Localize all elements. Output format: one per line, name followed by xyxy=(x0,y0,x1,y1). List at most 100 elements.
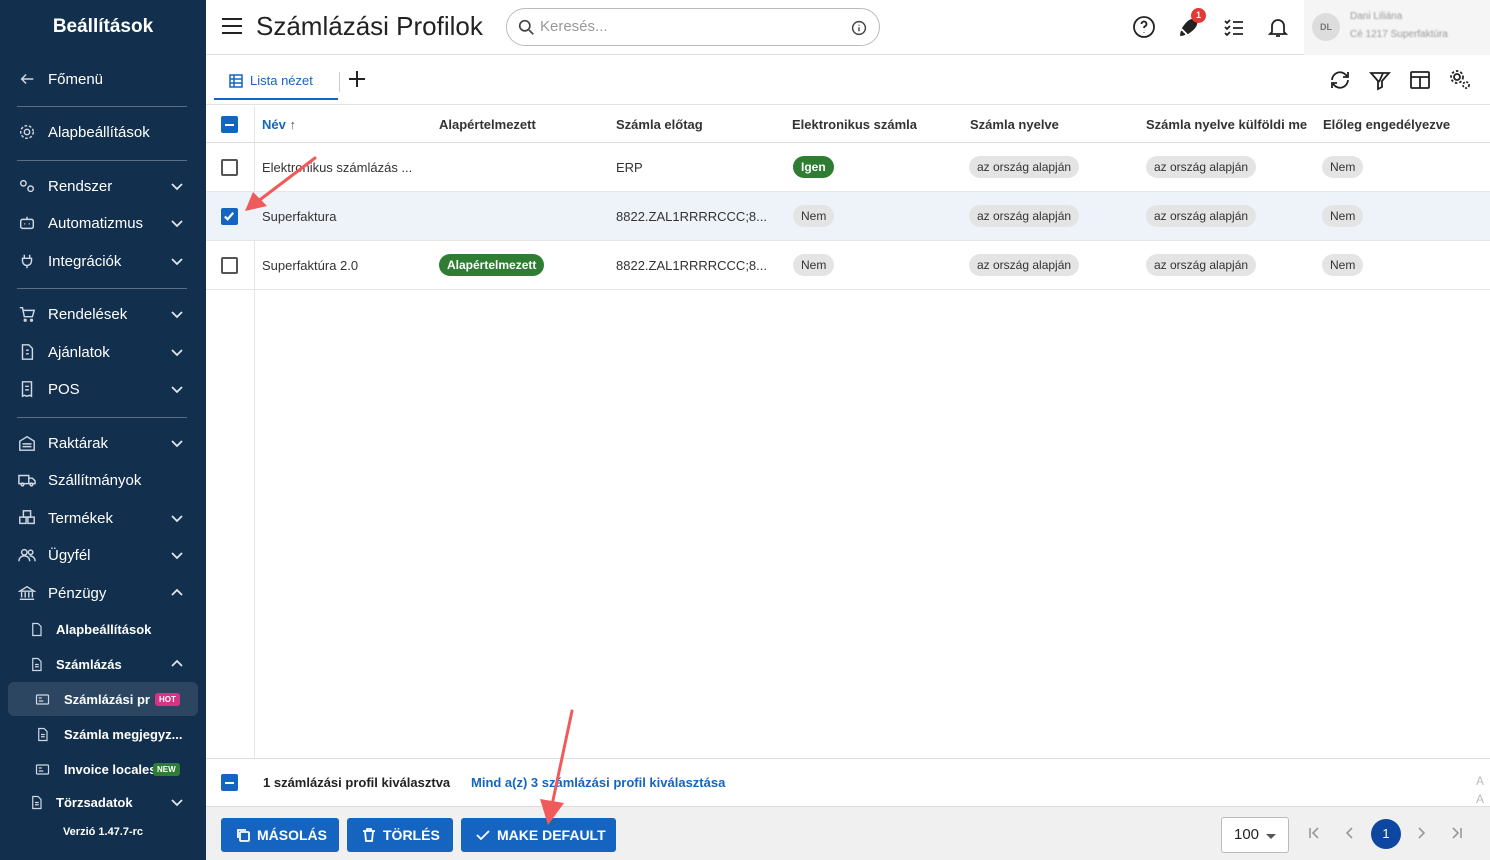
bell-icon[interactable] xyxy=(1265,14,1291,40)
sidebar-item-raktarak[interactable]: Raktárak xyxy=(0,426,206,460)
column-header-szamla-nyelve-kulfoldi[interactable]: Számla nyelve külföldi me xyxy=(1146,117,1313,132)
first-page-icon[interactable] xyxy=(1306,825,1322,841)
sidebar-item-szallitmanyok[interactable]: Szállítmányok xyxy=(0,463,206,497)
right-scrollbar[interactable]: A A xyxy=(1474,0,1490,860)
delete-button[interactable]: TÖRLÉS xyxy=(347,818,453,852)
search-input[interactable] xyxy=(540,18,840,35)
sidebar-item-integraciok[interactable]: Integrációk xyxy=(0,244,206,278)
user-name: Dani Liliána xyxy=(1350,11,1403,22)
chevron-down-icon xyxy=(170,254,184,268)
sidebar-item-pos[interactable]: POS xyxy=(0,372,206,406)
prev-page-icon[interactable] xyxy=(1342,825,1358,841)
next-page-icon[interactable] xyxy=(1413,825,1429,841)
sidebar-sub-torzsadatok[interactable]: Törzsadatok xyxy=(0,787,206,817)
sidebar-item-ugyfel[interactable]: Ügyfél xyxy=(0,538,206,572)
document-icon xyxy=(26,792,46,812)
lang-chip: az ország alapján xyxy=(969,254,1080,276)
sidebar-item-fomenu[interactable]: Főmenü xyxy=(0,62,206,96)
sidebar-item-rendelesek[interactable]: Rendelések xyxy=(0,297,206,331)
robot-icon xyxy=(17,213,37,233)
sidebar-item-label: POS xyxy=(48,380,80,398)
last-page-icon[interactable] xyxy=(1449,825,1465,841)
columns-icon[interactable] xyxy=(1407,67,1433,93)
sidebar-sub-szamlazas[interactable]: Számlázás xyxy=(0,649,206,679)
sidebar-item-label: Ügyfél xyxy=(48,546,91,564)
sidebar-sub-label: Számlázás xyxy=(56,656,122,672)
user-profile[interactable]: DL Dani Liliána Cé 1217 Superfaktúra xyxy=(1304,0,1490,55)
row-checkbox[interactable] xyxy=(221,257,238,274)
chevron-down-icon xyxy=(170,179,184,193)
info-icon[interactable] xyxy=(851,20,867,41)
sidebar-sub-szamla-megjegyzes[interactable]: Számla megjegyz... xyxy=(0,719,206,749)
search-box[interactable] xyxy=(506,8,880,46)
refresh-icon[interactable] xyxy=(1327,67,1353,93)
action-bar: MÁSOLÁS TÖRLÉS MAKE DEFAULT 100 1 xyxy=(206,806,1490,860)
sidebar-item-automatizmus[interactable]: Automatizmus xyxy=(0,206,206,240)
column-header-nev[interactable]: Név ↑ xyxy=(262,117,296,132)
plug-icon xyxy=(17,251,37,271)
cell-name: Superfaktura xyxy=(262,209,337,224)
sidebar-item-ajanlatok[interactable]: Ajánlatok xyxy=(0,335,206,369)
footer-select-checkbox[interactable] xyxy=(221,774,238,791)
copy-button[interactable]: MÁSOLÁS xyxy=(221,818,339,852)
hamburger-menu-icon[interactable] xyxy=(222,18,242,34)
table-icon xyxy=(229,74,243,88)
lang-foreign-chip: az ország alapján xyxy=(1146,205,1257,227)
make-default-button[interactable]: MAKE DEFAULT xyxy=(461,818,616,852)
lang-foreign-chip: az ország alapján xyxy=(1146,254,1257,276)
sidebar-item-alapbeallitasok[interactable]: Alapbeállítások xyxy=(0,115,206,149)
current-page-button[interactable]: 1 xyxy=(1371,819,1401,849)
sort-ascending-icon: ↑ xyxy=(289,117,296,132)
tab-lista-nezet[interactable]: Lista nézet xyxy=(214,63,338,100)
filter-icon[interactable] xyxy=(1367,67,1393,93)
page-title: Számlázási Profilok xyxy=(256,11,483,41)
sidebar-sub-szamlazasi-profilok[interactable]: Számlázási pr HOT xyxy=(0,684,206,714)
sidebar-item-label: Raktárak xyxy=(48,434,109,452)
check-icon xyxy=(476,830,490,841)
row-checkbox[interactable] xyxy=(221,208,238,225)
row-checkbox[interactable] xyxy=(221,159,238,176)
checklist-icon[interactable] xyxy=(1221,14,1247,40)
new-badge: NEW xyxy=(153,763,180,776)
select-all-link[interactable]: Mind a(z) 3 számlázási profil kiválasztá… xyxy=(471,775,725,790)
sidebar-item-label: Automatizmus xyxy=(48,214,144,232)
sidebar-sub-invoice-locales[interactable]: Invoice locales NEW xyxy=(0,754,206,784)
chevron-down-icon xyxy=(170,795,184,809)
view-toolbar: Lista nézet xyxy=(206,55,1490,105)
chevron-down-icon xyxy=(170,345,184,359)
select-all-checkbox[interactable] xyxy=(221,116,238,133)
id-card-icon xyxy=(32,689,52,709)
sidebar-item-termekek[interactable]: Termékek xyxy=(0,501,206,535)
tab-separator xyxy=(339,72,340,92)
sidebar-sub-label: Törzsadatok xyxy=(56,794,133,810)
receipt-icon xyxy=(17,379,37,399)
settings-gears-icon[interactable] xyxy=(1447,67,1473,93)
sidebar-sub-alapbeallitasok[interactable]: Alapbeállítások xyxy=(0,614,206,644)
box-icon xyxy=(17,508,37,528)
column-header-eloleg[interactable]: Előleg engedélyezve xyxy=(1323,117,1450,132)
cart-icon xyxy=(17,304,37,324)
table-row[interactable]: Superfaktura 8822.ZAL1RRRRCCC;8... Nem a… xyxy=(206,192,1490,241)
chevron-up-icon xyxy=(170,586,184,600)
sidebar-item-rendszer[interactable]: Rendszer xyxy=(0,169,206,203)
avatar: DL xyxy=(1312,13,1340,41)
table-row[interactable]: Elektronikus számlázás ... ERP Igen az o… xyxy=(206,143,1490,192)
column-header-szamla-elotag[interactable]: Számla előtag xyxy=(616,117,703,132)
sidebar-sub-label: Számlázási pr xyxy=(64,691,150,707)
sidebar-item-label: Termékek xyxy=(48,509,114,527)
page-size-select[interactable]: 100 xyxy=(1221,817,1289,853)
column-header-alapertelmezett[interactable]: Alapértelmezett xyxy=(439,117,536,132)
help-icon[interactable] xyxy=(1131,14,1157,40)
notification-count-badge: 1 xyxy=(1191,8,1206,23)
selection-footer: 1 számlázási profil kiválasztva Mind a(z… xyxy=(206,758,1490,806)
version-label: Verzió 1.47.7-rc xyxy=(62,826,144,838)
deposit-chip: Nem xyxy=(1322,156,1364,178)
column-header-szamla-nyelve[interactable]: Számla nyelve xyxy=(970,117,1059,132)
table-row[interactable]: Superfaktúra 2.0 Alapértelmezett 8822.ZA… xyxy=(206,241,1490,290)
add-view-icon[interactable] xyxy=(345,67,369,91)
gear-icon xyxy=(17,122,37,142)
column-header-elektronikus-szamla[interactable]: Elektronikus számla xyxy=(792,117,917,132)
sidebar-item-penzugy[interactable]: Pénzügy xyxy=(0,576,206,610)
warehouse-icon xyxy=(17,433,37,453)
users-icon xyxy=(17,545,37,565)
